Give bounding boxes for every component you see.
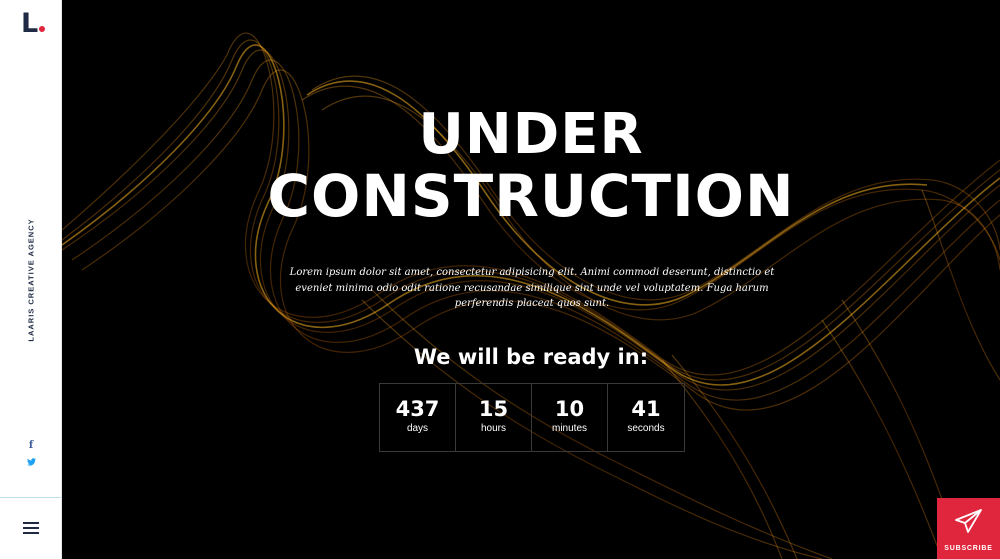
- countdown-seconds: 41 seconds: [608, 384, 684, 451]
- hamburger-line: [23, 527, 39, 529]
- brand-tagline: LAARIS CREATIVE AGENCY: [26, 218, 36, 342]
- hamburger-line: [23, 532, 39, 534]
- logo[interactable]: L: [21, 8, 46, 39]
- twitter-icon[interactable]: [0, 458, 62, 469]
- logo-dot: [39, 26, 46, 32]
- logo-letter: L: [21, 8, 39, 39]
- countdown-minutes: 10 minutes: [532, 384, 608, 451]
- page: L LAARIS CREATIVE AGENCY f UNDER CONSTRU…: [0, 0, 1000, 559]
- hamburger-icon[interactable]: [23, 522, 39, 534]
- ready-heading: We will be ready in:: [413, 345, 649, 369]
- countdown-unit: seconds: [627, 423, 665, 434]
- countdown-unit: minutes: [551, 423, 587, 434]
- sidebar: L LAARIS CREATIVE AGENCY f: [0, 0, 62, 559]
- countdown-value: 15: [478, 397, 509, 421]
- countdown-value: 10: [554, 397, 585, 421]
- title-line-1: UNDER: [418, 102, 644, 167]
- hero-content: UNDER CONSTRUCTION Lorem ipsum dolor sit…: [62, 0, 1000, 559]
- title-line-2: CONSTRUCTION: [267, 162, 795, 230]
- countdown-value: 41: [631, 397, 661, 421]
- facebook-icon[interactable]: f: [0, 440, 62, 451]
- countdown-days: 437 days: [380, 384, 456, 451]
- countdown-hours: 15 hours: [456, 384, 532, 451]
- twitter-bird-glyph: [26, 458, 36, 466]
- subscribe-button[interactable]: SUBSCRIBE: [937, 498, 1000, 559]
- countdown-unit: days: [406, 423, 429, 434]
- countdown: 437 days 15 hours 10 minutes 41 seconds: [379, 383, 685, 452]
- hamburger-line: [23, 522, 39, 524]
- countdown-unit: hours: [480, 423, 506, 434]
- paper-plane-icon: [955, 509, 982, 533]
- countdown-value: 437: [395, 397, 440, 421]
- subscribe-label: SUBSCRIBE: [944, 545, 993, 552]
- sidebar-divider: [0, 497, 62, 498]
- hero-description: Lorem ipsum dolor sit amet, consectetur …: [289, 267, 775, 309]
